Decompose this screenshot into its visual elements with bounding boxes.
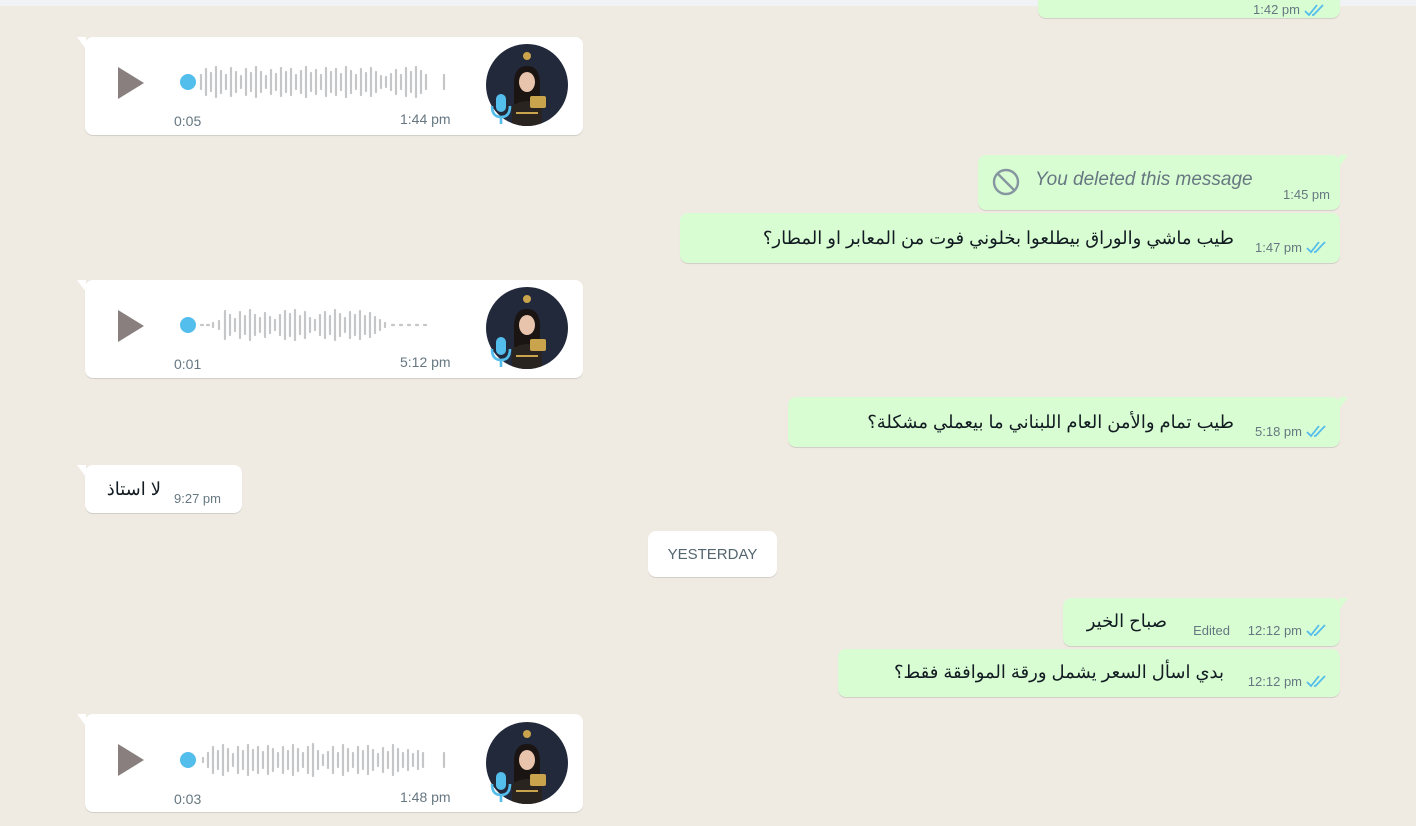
bubble-tail (77, 714, 86, 726)
read-ticks-icon (1306, 425, 1326, 438)
read-ticks-icon (1306, 241, 1326, 254)
date-divider: YESTERDAY (648, 531, 777, 577)
waveform[interactable] (198, 741, 448, 779)
microphone-icon (490, 337, 512, 367)
bubble-tail (77, 280, 86, 292)
microphone-icon (490, 94, 512, 124)
deleted-text: You deleted this message (1035, 169, 1253, 190)
voice-message: 0:03 1:48 pm (77, 714, 583, 812)
message-time: 1:47 pm (1255, 240, 1302, 255)
voice-message: 0:05 1:44 pm (77, 37, 583, 135)
message-time: 1:45 pm (1283, 187, 1330, 202)
playback-slider[interactable] (180, 752, 196, 768)
message-bubble[interactable]: صباح الخير Edited 12:12 pm (1063, 598, 1348, 646)
partial-message-bubble[interactable]: 1:42 pm (1038, 0, 1340, 18)
waveform[interactable] (198, 63, 448, 101)
voice-message: 0:01 5:12 pm (77, 280, 583, 378)
message-time: 1:42 pm (1253, 2, 1300, 17)
message-text: بدي اسأل السعر يشمل ورقة الموافقة فقط؟ (893, 662, 1224, 682)
message-time: 12:12 pm (1247, 623, 1302, 638)
play-icon[interactable] (118, 310, 144, 342)
message-text: صباح الخير (1086, 611, 1167, 631)
playback-slider[interactable] (180, 74, 196, 90)
read-ticks-icon (1304, 4, 1324, 17)
message-time: 5:12 pm (400, 354, 451, 370)
message-text: طيب ماشي والوراق بيطلعوا بخلوني فوت من ا… (762, 228, 1234, 248)
bubble-tail (1339, 598, 1348, 610)
message-bubble[interactable]: بدي اسأل السعر يشمل ورقة الموافقة فقط؟ 1… (838, 649, 1340, 697)
message-time: 9:27 pm (174, 491, 221, 506)
bubble-tail (77, 37, 86, 49)
bubble-tail (77, 465, 86, 477)
play-icon[interactable] (118, 744, 144, 776)
message-time: 1:44 pm (400, 111, 451, 127)
playback-slider[interactable] (180, 317, 196, 333)
blocked-icon (992, 168, 1020, 196)
message-bubble[interactable]: طيب ماشي والوراق بيطلعوا بخلوني فوت من ا… (680, 213, 1340, 263)
bubble-tail (1339, 155, 1348, 167)
microphone-icon (490, 772, 512, 802)
voice-duration: 0:05 (174, 113, 202, 129)
deleted-message[interactable]: You deleted this message 1:45 pm (978, 155, 1348, 210)
message-text: طيب تمام والأمن العام اللبناني ما بيعملي… (867, 412, 1234, 432)
waveform[interactable] (198, 306, 448, 344)
read-ticks-icon (1306, 624, 1326, 637)
read-ticks-icon (1306, 675, 1326, 688)
voice-duration: 0:01 (174, 356, 202, 372)
message-time: 5:18 pm (1255, 424, 1302, 439)
message-text: لا استاذ (106, 479, 161, 499)
edited-label: Edited (1193, 623, 1230, 638)
bubble-tail (1339, 397, 1348, 409)
play-icon[interactable] (118, 67, 144, 99)
message-bubble[interactable]: طيب تمام والأمن العام اللبناني ما بيعملي… (788, 397, 1348, 447)
message-bubble[interactable]: لا استاذ 9:27 pm (77, 465, 242, 513)
message-time: 12:12 pm (1247, 674, 1302, 689)
message-time: 1:48 pm (400, 789, 451, 805)
voice-duration: 0:03 (174, 791, 202, 807)
